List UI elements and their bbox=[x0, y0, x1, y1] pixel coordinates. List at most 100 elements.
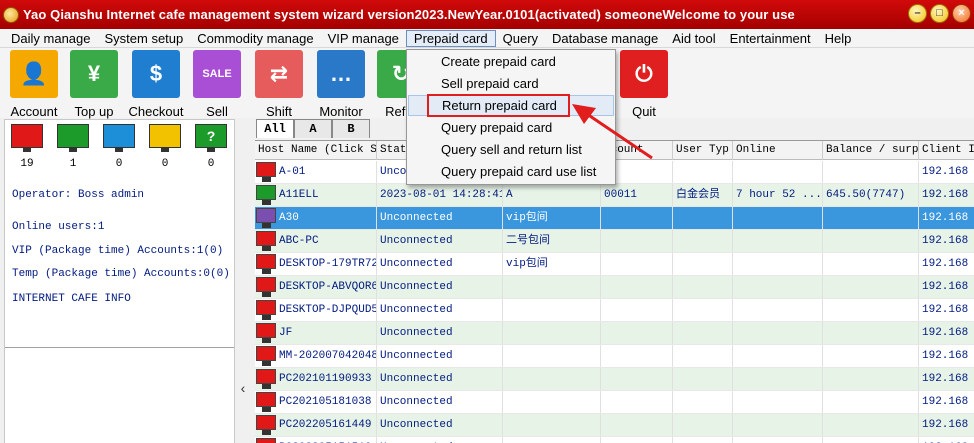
menu-aid-tool[interactable]: Aid tool bbox=[665, 30, 722, 47]
cell-balance bbox=[823, 414, 919, 436]
cell-host: JF bbox=[255, 322, 377, 344]
top-up-button[interactable]: ¥ Top up bbox=[63, 50, 125, 119]
money-bag-icon: ¥ bbox=[70, 50, 118, 98]
cell-balance bbox=[823, 322, 919, 344]
notes-area[interactable] bbox=[5, 347, 234, 443]
computer-icon bbox=[256, 231, 276, 251]
status-count: 0 bbox=[115, 158, 123, 170]
cell-host: PC202105181038 bbox=[255, 391, 377, 413]
cell-online bbox=[733, 322, 823, 344]
cell-client: 192.168 bbox=[919, 299, 974, 321]
column-header[interactable]: User Typ bbox=[673, 141, 733, 160]
cell-account bbox=[601, 345, 673, 367]
cell-status: Unconnected bbox=[377, 322, 503, 344]
filter-tab-a[interactable]: A bbox=[294, 119, 332, 138]
cell-account bbox=[601, 368, 673, 390]
menu-system-setup[interactable]: System setup bbox=[98, 30, 191, 47]
column-header[interactable]: Host Name (Click So bbox=[255, 141, 377, 160]
cell-balance bbox=[823, 253, 919, 275]
vip-accounts-label: VIP (Package time) Accounts:1(0) bbox=[12, 245, 224, 257]
cell-area bbox=[503, 391, 601, 413]
cell-account: 00011 bbox=[601, 184, 673, 206]
collapse-panel-button[interactable]: ‹ bbox=[236, 380, 250, 404]
account-button[interactable]: 👤 Account bbox=[3, 50, 65, 119]
table-row[interactable]: A30 Unconnected vip包间 192.168 bbox=[255, 207, 974, 230]
column-header[interactable]: Balance / surp bbox=[823, 141, 919, 160]
table-row[interactable]: PC202101190933 Unconnected 192.168 bbox=[255, 368, 974, 391]
computer-icon bbox=[256, 415, 276, 435]
menu-query[interactable]: Query bbox=[496, 30, 545, 47]
highlight-box bbox=[427, 94, 570, 117]
status-count-item: 1 bbox=[57, 124, 89, 170]
host-name: DESKTOP-ABVQOR6 bbox=[279, 281, 377, 293]
cell-balance: 645.50(7747) bbox=[823, 184, 919, 206]
column-header[interactable]: Client I bbox=[919, 141, 974, 160]
shift-button[interactable]: ⇄ Shift bbox=[248, 50, 310, 119]
cell-status: Unconnected bbox=[377, 207, 503, 229]
cell-account bbox=[601, 414, 673, 436]
status-count: 0 bbox=[207, 158, 215, 170]
close-button[interactable]: × bbox=[952, 4, 971, 23]
cell-user-type bbox=[673, 414, 733, 436]
host-name: A-01 bbox=[279, 166, 306, 178]
maximize-button[interactable]: □ bbox=[930, 4, 949, 23]
table-row[interactable]: PC202205161449 Unconnected 192.168 bbox=[255, 414, 974, 437]
computer-icon bbox=[256, 162, 276, 182]
cell-client: 192.168 bbox=[919, 391, 974, 413]
cell-area bbox=[503, 414, 601, 436]
minimize-button[interactable]: – bbox=[908, 4, 927, 23]
computer-icon bbox=[256, 277, 276, 297]
cell-status: 2023-08-01 14:28:41 bbox=[377, 184, 503, 206]
table-row[interactable]: DESKTOP-179TR72 Unconnected vip包间 192.168 bbox=[255, 253, 974, 276]
table-row[interactable]: PC202105181038 Unconnected 192.168 bbox=[255, 391, 974, 414]
tool-label: Sell bbox=[206, 104, 228, 119]
cell-balance bbox=[823, 368, 919, 390]
annotation-arrow-icon bbox=[572, 104, 653, 160]
cell-client: 192.168 bbox=[919, 276, 974, 298]
shift-icon: ⇄ bbox=[255, 50, 303, 98]
computer-icon bbox=[256, 346, 276, 366]
cell-user-type bbox=[673, 437, 733, 443]
cell-account bbox=[601, 437, 673, 443]
menu-item-query-prepaid-card-use-list[interactable]: Query prepaid card use list bbox=[408, 161, 614, 182]
menu-database-manage[interactable]: Database manage bbox=[545, 30, 665, 47]
host-name: PC202101190933 bbox=[279, 373, 372, 385]
monitor-icon bbox=[103, 124, 135, 152]
table-row[interactable]: PC202205151510Unconnected 192.168 bbox=[255, 437, 974, 443]
window-title: Yao Qianshu Internet cafe management sys… bbox=[23, 7, 795, 22]
computer-icon bbox=[256, 438, 276, 443]
table-row[interactable]: DESKTOP-DJPQUD5 Unconnected 192.168 bbox=[255, 299, 974, 322]
menu-help[interactable]: Help bbox=[818, 30, 859, 47]
table-row[interactable]: DESKTOP-ABVQOR6 Unconnected 192.168 bbox=[255, 276, 974, 299]
host-name: A30 bbox=[279, 212, 299, 224]
cell-area bbox=[503, 345, 601, 367]
menu-vip-manage[interactable]: VIP manage bbox=[321, 30, 406, 47]
table-row[interactable]: MM-202007042048 Unconnected 192.168 bbox=[255, 345, 974, 368]
cell-balance bbox=[823, 230, 919, 252]
cell-host: MM-202007042048 bbox=[255, 345, 377, 367]
cell-account bbox=[601, 391, 673, 413]
monitor-button[interactable]: … Monitor bbox=[310, 50, 372, 119]
status-counts: 19 1 0 0? 0 bbox=[11, 124, 227, 170]
menu-daily-manage[interactable]: Daily manage bbox=[4, 30, 98, 47]
cell-area bbox=[503, 299, 601, 321]
table-row[interactable]: ABC-PC Unconnected 二号包间 192.168 bbox=[255, 230, 974, 253]
menu-entertainment[interactable]: Entertainment bbox=[723, 30, 818, 47]
filter-tab-b[interactable]: B bbox=[332, 119, 370, 138]
cell-online bbox=[733, 276, 823, 298]
monitor-icon bbox=[149, 124, 181, 152]
menu-prepaid-card[interactable]: Prepaid card bbox=[405, 29, 496, 47]
host-name: A11ELL bbox=[279, 189, 319, 201]
filter-tab-all[interactable]: All bbox=[256, 119, 294, 138]
menu-commodity-manage[interactable]: Commodity manage bbox=[190, 30, 320, 47]
table-row[interactable]: JF Unconnected 192.168 bbox=[255, 322, 974, 345]
cell-client: 192.168 bbox=[919, 184, 974, 206]
checkout-button[interactable]: $ Checkout bbox=[125, 50, 187, 119]
sell-button[interactable]: SALE Sell bbox=[186, 50, 248, 119]
table-row[interactable]: A11ELL 2023-08-01 14:28:41 A 00011 白金会员 7 hou… bbox=[255, 184, 974, 207]
cell-status: Unconnected bbox=[377, 368, 503, 390]
cell-status: Unconnected bbox=[377, 437, 503, 443]
column-header[interactable]: Online bbox=[733, 141, 823, 160]
menu-item-create-prepaid-card[interactable]: Create prepaid card bbox=[408, 51, 614, 72]
menu-item-sell-prepaid-card[interactable]: Sell prepaid card bbox=[408, 73, 614, 94]
